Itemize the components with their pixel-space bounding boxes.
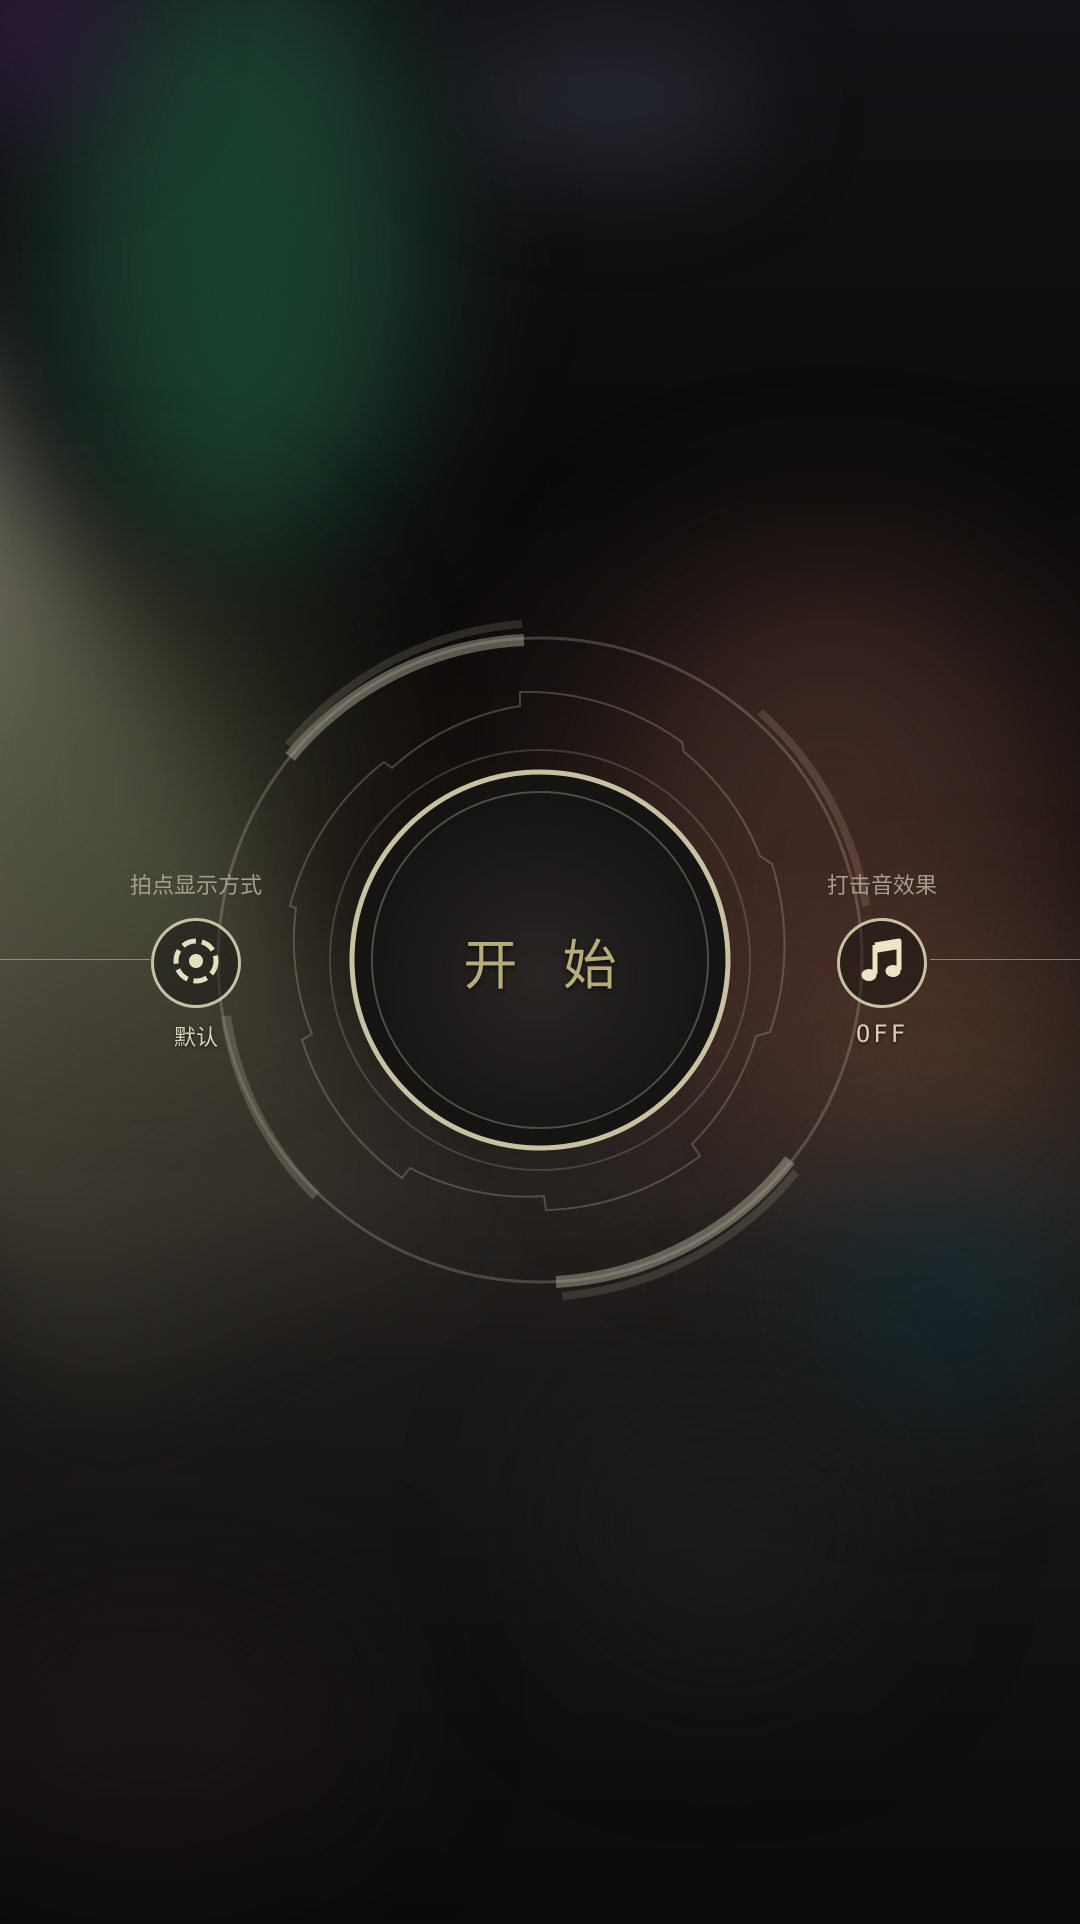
beat-display-title: 拍点显示方式: [129, 874, 262, 899]
hit-sound-button[interactable]: [837, 918, 927, 1008]
music-note-icon: [857, 936, 907, 990]
beat-display-value: 默认: [173, 1026, 218, 1051]
hit-sound-title: 打击音效果: [826, 874, 937, 899]
beat-display-control: 拍点显示方式 默认: [106, 868, 286, 1052]
dashed-target-icon: [171, 936, 221, 990]
hit-sound-control: 打击音效果 OFF: [792, 868, 972, 1048]
start-button[interactable]: 开 始: [350, 770, 730, 1150]
hit-sound-value: OFF: [855, 1020, 909, 1048]
beat-display-button[interactable]: [151, 918, 241, 1008]
start-label: 开 始: [463, 933, 631, 997]
